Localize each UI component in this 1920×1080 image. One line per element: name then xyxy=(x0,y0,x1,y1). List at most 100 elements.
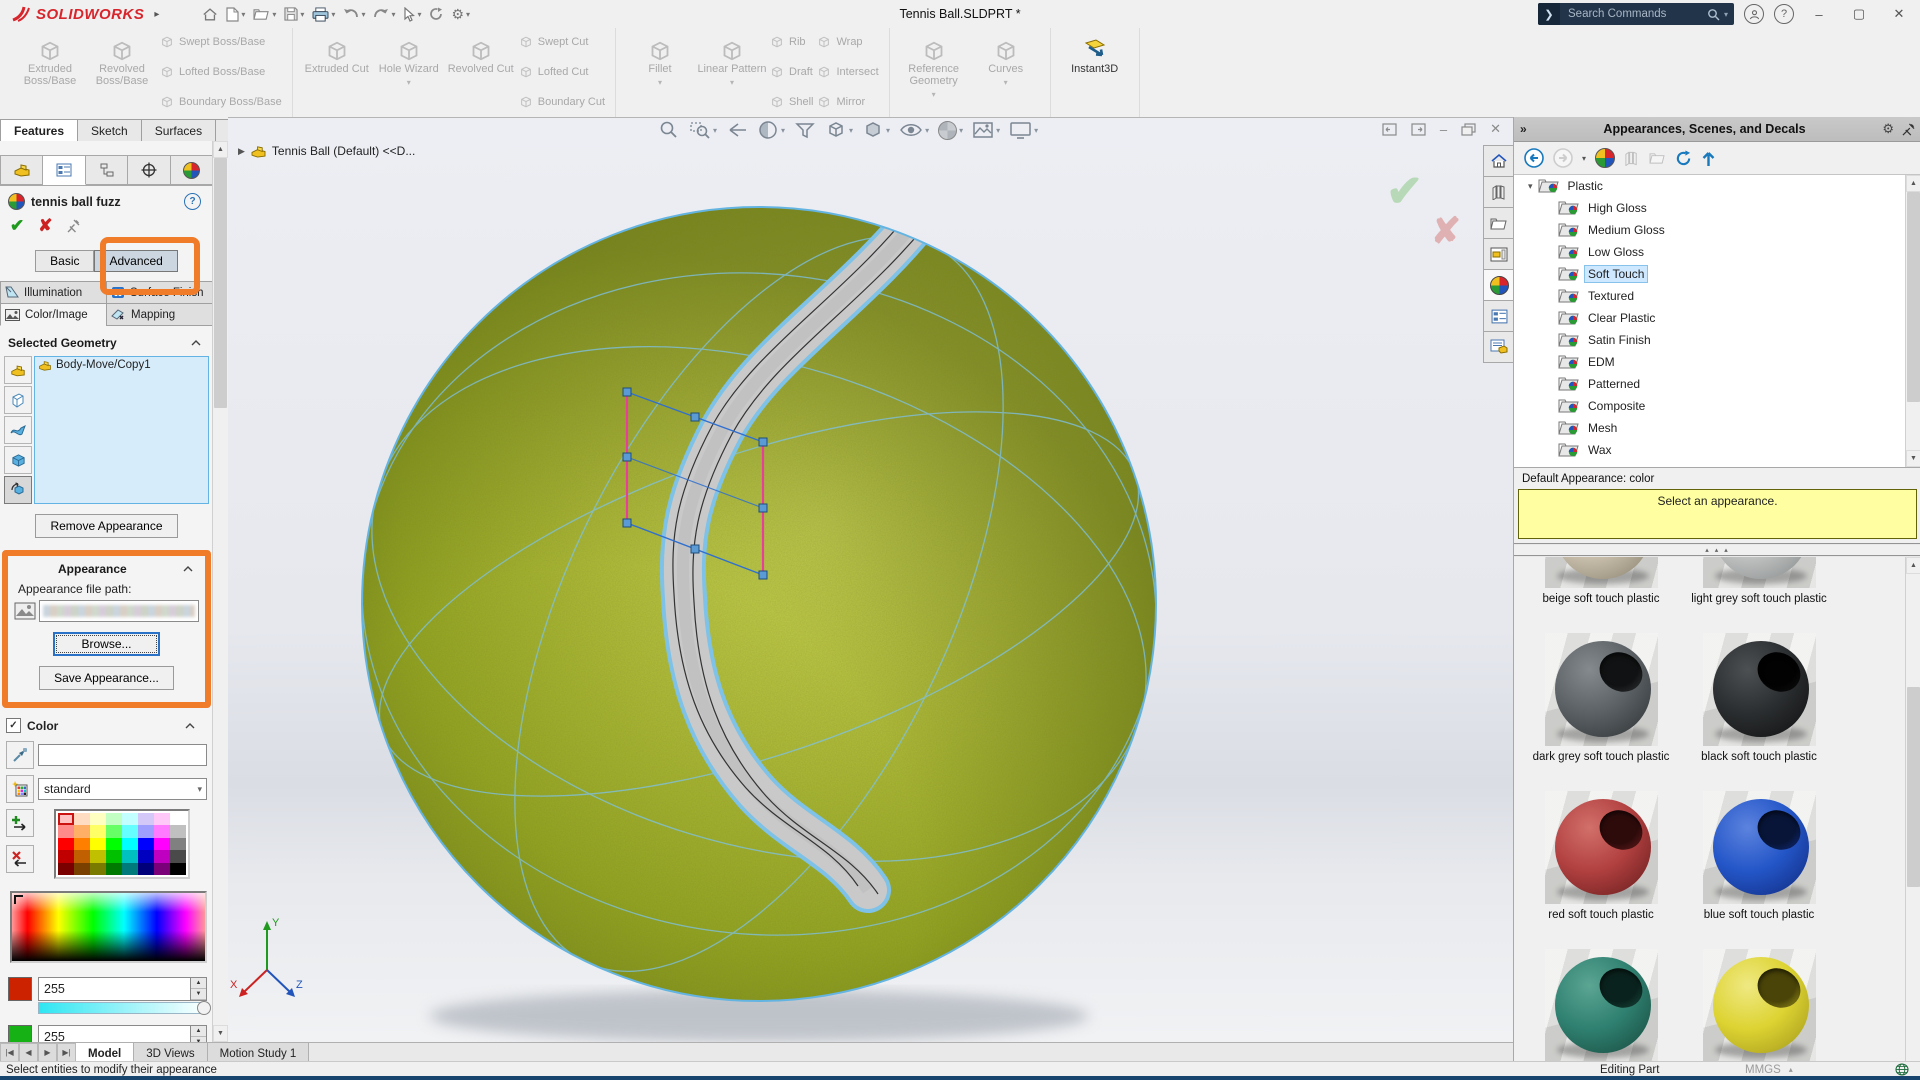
pm-help-icon[interactable]: ? xyxy=(184,193,201,210)
forward-button[interactable] xyxy=(1553,148,1573,168)
tree-node-label[interactable]: Wax xyxy=(1585,442,1615,458)
color-swatch[interactable] xyxy=(154,825,170,837)
filter-part-button[interactable] xyxy=(4,356,32,384)
instant3d-button[interactable]: Instant3D xyxy=(1059,31,1131,115)
color-swatch[interactable] xyxy=(170,813,186,825)
caret-down-icon[interactable]: ▾ xyxy=(1034,126,1038,135)
extruded-boss-base-button[interactable]: Extruded Boss/Base xyxy=(14,31,86,115)
caret-down-icon[interactable]: ▾ xyxy=(466,10,470,19)
caret-down-icon[interactable]: ▾ xyxy=(241,10,245,19)
tree-node-mesh[interactable]: Mesh xyxy=(1514,417,1920,439)
caret-down-icon[interactable]: ▾ xyxy=(925,126,929,135)
tree-node-label[interactable]: Plastic xyxy=(1565,178,1606,194)
color-swatch[interactable] xyxy=(106,850,122,862)
boundary-boss-base-button[interactable]: Boundary Boss/Base xyxy=(160,95,282,109)
color-swatch[interactable] xyxy=(58,825,74,837)
color-swatch[interactable] xyxy=(74,825,90,837)
mirror-button[interactable]: Mirror xyxy=(817,95,878,109)
cancel-x-icon[interactable]: ✘ xyxy=(1431,210,1461,252)
apply-scene-icon[interactable]: ▾ xyxy=(972,120,1000,140)
tree-node-label[interactable]: Medium Gloss xyxy=(1585,222,1668,238)
up-level-icon[interactable] xyxy=(1701,150,1716,167)
view-settings-icon[interactable]: ▾ xyxy=(1009,120,1038,140)
color-swatch[interactable] xyxy=(138,850,154,862)
open-button[interactable]: ▾ xyxy=(250,5,279,23)
red-value[interactable]: 255 xyxy=(39,982,190,996)
appearance-thumbnail-blue-soft-touch-plastic[interactable]: blue soft touch plastic xyxy=(1694,791,1824,921)
collapse-pane-icon[interactable]: » xyxy=(1520,122,1527,136)
intersect-button[interactable]: Intersect xyxy=(817,65,878,79)
scrollbar-thumb[interactable] xyxy=(1907,687,1920,887)
spinner-arrows-icon[interactable]: ▲▼ xyxy=(190,1026,206,1042)
color-swatch[interactable] xyxy=(106,813,122,825)
tree-node-textured[interactable]: Textured xyxy=(1514,285,1920,307)
appearance-file-path-field[interactable] xyxy=(39,600,199,622)
color-swatch[interactable] xyxy=(58,850,74,862)
color-swatch[interactable] xyxy=(154,813,170,825)
tree-node-label[interactable]: Patterned xyxy=(1585,376,1643,392)
color-swatch[interactable] xyxy=(138,825,154,837)
appearance-thumbnail-dark-grey-soft-touch-plastic[interactable]: dark grey soft touch plastic xyxy=(1536,633,1666,763)
tree-node-low-gloss[interactable]: Low Gloss xyxy=(1514,241,1920,263)
filter-move-body-button[interactable] xyxy=(4,476,32,504)
tree-node-satin-finish[interactable]: Satin Finish xyxy=(1514,329,1920,351)
chevron-expanded-icon[interactable]: ▾ xyxy=(1528,181,1533,192)
shell-button[interactable]: Shell xyxy=(770,95,813,109)
save-appearance-button[interactable]: Save Appearance... xyxy=(39,666,174,690)
caret-down-icon[interactable]: ▾ xyxy=(391,10,395,19)
caret-down-icon[interactable]: ▾ xyxy=(959,126,963,135)
sheet-nav-button[interactable]: ◀ xyxy=(19,1043,38,1062)
tree-node-clear-plastic[interactable]: Clear Plastic xyxy=(1514,307,1920,329)
slider-knob[interactable] xyxy=(197,1001,211,1015)
search-commands-box[interactable]: ❯ Search Commands ▾ xyxy=(1538,3,1734,25)
reference-geometry-button[interactable]: Reference Geometry▾ xyxy=(898,31,970,115)
tree-node-label[interactable]: Satin Finish xyxy=(1585,332,1654,348)
color-swatch[interactable] xyxy=(138,863,154,875)
user-account-icon[interactable] xyxy=(1744,4,1764,24)
viewport-close-icon[interactable]: ✕ xyxy=(1490,121,1501,137)
web-globe-icon[interactable] xyxy=(1895,1063,1909,1076)
tab-color-image[interactable]: Color/Image xyxy=(0,303,107,326)
appearance-thumbnail-red-soft-touch-plastic[interactable]: red soft touch plastic xyxy=(1536,791,1666,921)
appearance-thumbnail-beige-soft-touch-plastic[interactable]: beige soft touch plastic xyxy=(1536,557,1666,605)
units-selector[interactable]: MMGS ▴ xyxy=(1745,1064,1793,1076)
tree-node-label[interactable]: Low Gloss xyxy=(1585,244,1647,260)
open-folder-icon[interactable] xyxy=(1649,151,1666,165)
extruded-cut-button[interactable]: Extruded Cut xyxy=(301,31,373,115)
scrollbar-thumb[interactable] xyxy=(1907,192,1920,402)
appearance-thumbnail-light-grey-soft-touch-plastic[interactable]: light grey soft touch plastic xyxy=(1694,557,1824,605)
color-checkbox[interactable]: ✓ xyxy=(6,718,21,733)
history-caret-icon[interactable]: ▾ xyxy=(1582,154,1586,163)
swept-boss-base-button[interactable]: Swept Boss/Base xyxy=(160,35,282,49)
caret-down-icon[interactable]: ▾ xyxy=(300,10,304,19)
caret-down-icon[interactable]: ▾ xyxy=(730,77,734,89)
curves-button[interactable]: Curves▾ xyxy=(970,31,1042,115)
minimize-button[interactable]: – xyxy=(1804,7,1834,22)
tab-surface-finish[interactable]: Surface Finish xyxy=(106,281,213,304)
color-swatch[interactable] xyxy=(122,863,138,875)
dock-right-icon[interactable] xyxy=(1411,123,1426,136)
color-swatch[interactable] xyxy=(170,850,186,862)
caret-down-icon[interactable]: ▾ xyxy=(996,126,1000,135)
hide-show-items-icon[interactable]: ▾ xyxy=(899,120,929,140)
caret-down-icon[interactable]: ▾ xyxy=(361,10,365,19)
close-button[interactable]: ✕ xyxy=(1884,6,1914,22)
feature-breadcrumb[interactable]: ▶ Tennis Ball (Default) <<D... xyxy=(238,144,415,158)
zoom-area-icon[interactable]: ▾ xyxy=(689,120,717,140)
tab-home[interactable] xyxy=(1483,145,1515,177)
view-orientation-icon[interactable]: ▾ xyxy=(825,120,853,140)
color-swatch[interactable] xyxy=(170,838,186,850)
color-swatch[interactable] xyxy=(58,863,74,875)
caret-down-icon[interactable]: ▾ xyxy=(1004,77,1008,89)
ok-button[interactable]: ✔ xyxy=(10,216,24,236)
print-button[interactable]: ▾ xyxy=(309,5,338,24)
confirm-check-icon[interactable]: ✔ xyxy=(1386,166,1423,217)
tab-file-explorer[interactable] xyxy=(1483,207,1515,239)
green-value-spinner[interactable]: 255 ▲▼ xyxy=(38,1025,207,1042)
maximize-button[interactable]: ▢ xyxy=(1844,6,1874,22)
section-view-icon[interactable]: ▾ xyxy=(757,120,785,140)
graphics-viewport[interactable]: Y X Z ▶ Tennis Ball (Default) <<D... ▾▾▾… xyxy=(228,117,1513,1043)
green-value[interactable]: 255 xyxy=(39,1030,190,1042)
tree-node-label[interactable]: High Gloss xyxy=(1585,200,1650,216)
tab-propertymanager[interactable] xyxy=(43,155,85,185)
